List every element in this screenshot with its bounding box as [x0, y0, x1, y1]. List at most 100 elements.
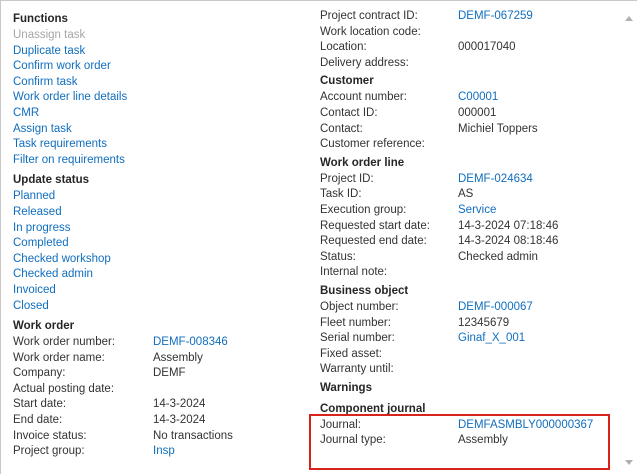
line-internal-note-label: Internal note:: [320, 266, 388, 279]
work-order-line-heading: Work order line: [320, 156, 405, 169]
project-project-contract-id-label: Project contract ID:: [320, 10, 418, 22]
status-planned-link[interactable]: Planned: [13, 189, 295, 205]
work-order-invoice-status-label: Invoice status:: [13, 429, 87, 442]
project-work-location-code-row: Work location code:: [320, 25, 612, 41]
status-checked-workshop-link[interactable]: Checked workshop: [13, 252, 295, 268]
project-project-contract-id-row: Project contract ID: DEMF-067259: [320, 9, 612, 25]
journal-journal-link[interactable]: DEMFASMBLY000000367: [458, 418, 593, 434]
project-delivery-address-row: Delivery address:: [320, 56, 612, 72]
work-order-actual-posting-date-row: Actual posting date:: [13, 382, 295, 398]
project-location-label: Location:: [320, 41, 367, 54]
customer-customer-reference-label: Customer reference:: [320, 138, 425, 151]
work-order-project-group-label: Project group:: [13, 445, 85, 458]
functions-list: Unassign task Duplicate task Confirm work …: [13, 28, 295, 168]
customer-contact-id-row: Contact ID: 000001: [320, 106, 612, 122]
function-cmr-link[interactable]: CMR: [13, 106, 295, 122]
project-location-row: Location: 000017040: [320, 40, 612, 56]
work-order-line-fields: Project ID: DEMF-024634 Task ID: AS Executio…: [320, 172, 612, 281]
component-journal-fields: Journal: DEMFASMBLY000000367 Journal type:…: [320, 418, 612, 449]
line-project-id-link[interactable]: DEMF-024634: [458, 172, 533, 188]
line-project-id-label: Project ID:: [320, 172, 374, 185]
function-task-requirements-link[interactable]: Task requirements: [13, 137, 295, 153]
work-order-invoice-status-row: Invoice status: No transactions: [13, 429, 295, 445]
project-project-contract-id-link[interactable]: DEMF-067259: [458, 9, 533, 25]
function-unassign-task-link: Unassign task: [13, 29, 86, 41]
project-contract-fields: Project contract ID: DEMF-067259 Work loca…: [320, 9, 612, 71]
object-object-number-link[interactable]: DEMF-000067: [458, 300, 533, 316]
line-project-id-row: Project ID: DEMF-024634: [320, 172, 612, 188]
function-confirm-work-order-link[interactable]: Confirm work order: [13, 59, 295, 75]
line-internal-note-row: Internal note:: [320, 265, 612, 281]
object-fleet-number-label: Fleet number:: [320, 316, 391, 329]
vertical-scrollbar[interactable]: [622, 1, 637, 475]
function-assign-task-link[interactable]: Assign task: [13, 122, 295, 138]
line-execution-group-link[interactable]: Service: [458, 203, 496, 219]
work-order-company-label: Company:: [13, 367, 66, 380]
work-order-company-value: DEMF: [153, 367, 186, 380]
line-requested-end-date-value: 14-3-2024 08:18:46: [458, 235, 559, 248]
customer-contact-id-value: 000001: [458, 106, 497, 119]
status-checked-admin-link[interactable]: Checked admin: [13, 267, 295, 283]
function-confirm-task-link[interactable]: Confirm task: [13, 75, 295, 91]
work-order-start-date-value: 14-3-2024: [153, 398, 206, 411]
work-order-work-order-number-label: Work order number:: [13, 336, 116, 349]
object-fixed-asset-label: Fixed asset:: [320, 347, 382, 360]
customer-contact-id-label: Contact ID:: [320, 106, 378, 119]
work-order-project-group-link[interactable]: Insp: [153, 444, 175, 460]
work-order-project-group-row: Project group: Insp: [13, 444, 295, 460]
business-object-fields: Object number: DEMF-000067 Fleet number: 12…: [320, 300, 612, 378]
function-work-order-line-details-link[interactable]: Work order line details: [13, 90, 295, 106]
journal-journal-label: Journal:: [320, 418, 361, 431]
journal-journal-type-row: Journal type: Assembly: [320, 433, 612, 449]
line-execution-group-label: Execution group:: [320, 203, 407, 216]
journal-journal-type-value: Assembly: [458, 434, 508, 447]
work-order-work-order-number-row: Work order number: DEMF-008346: [13, 335, 295, 351]
update-status-list: Planned Released In progress Completed Check…: [13, 189, 295, 314]
line-status-label: Status:: [320, 250, 356, 263]
customer-account-number-label: Account number:: [320, 91, 407, 104]
customer-account-number-row: Account number: C00001: [320, 90, 612, 106]
status-released-link[interactable]: Released: [13, 205, 295, 221]
work-order-work-order-name-label: Work order name:: [13, 351, 105, 364]
project-delivery-address-label: Delivery address:: [320, 56, 409, 69]
update-status-heading: Update status: [13, 174, 90, 187]
line-task-id-label: Task ID:: [320, 188, 362, 201]
object-object-number-label: Object number:: [320, 300, 399, 313]
functions-heading: Functions: [13, 13, 68, 25]
journal-journal-row: Journal: DEMFASMBLY000000367: [320, 418, 612, 434]
work-order-work-order-number-link[interactable]: DEMF-008346: [153, 335, 228, 351]
object-fleet-number-value: 12345679: [458, 316, 510, 329]
line-requested-start-date-row: Requested start date: 14-3-2024 07:18:46: [320, 219, 612, 235]
work-order-end-date-label: End date:: [13, 414, 63, 427]
status-in-progress-link[interactable]: In progress: [13, 221, 295, 237]
function-duplicate-task-link[interactable]: Duplicate task: [13, 44, 295, 60]
line-task-id-value: AS: [458, 188, 474, 201]
customer-heading: Customer: [320, 75, 374, 88]
status-invoiced-link[interactable]: Invoiced: [13, 283, 295, 299]
work-order-work-order-name-row: Work order name: Assembly: [13, 351, 295, 367]
work-order-end-date-value: 14-3-2024: [153, 414, 206, 427]
work-order-actual-posting-date-label: Actual posting date:: [13, 382, 115, 395]
journal-journal-type-label: Journal type:: [320, 434, 386, 447]
line-requested-start-date-value: 14-3-2024 07:18:46: [458, 219, 559, 232]
status-completed-link[interactable]: Completed: [13, 236, 295, 252]
work-order-company-row: Company: DEMF: [13, 366, 295, 382]
triangle-up-icon[interactable]: [625, 16, 633, 21]
line-requested-end-date-row: Requested end date: 14-3-2024 08:18:46: [320, 234, 612, 250]
work-order-fields: Work order number: DEMF-008346 Work order …: [13, 335, 295, 460]
customer-fields: Account number: C00001 Contact ID: 000001 Co…: [320, 90, 612, 152]
right-column: Project contract ID: DEMF-067259 Work loca…: [320, 9, 612, 449]
work-order-heading: Work order: [13, 320, 75, 333]
object-serial-number-link[interactable]: Ginaf_X_001: [458, 331, 525, 347]
project-location-value: 000017040: [458, 41, 516, 54]
business-object-heading: Business object: [320, 284, 409, 297]
triangle-down-icon[interactable]: [625, 460, 633, 465]
work-order-invoice-status-value: No transactions: [153, 429, 233, 442]
customer-account-number-link[interactable]: C00001: [458, 90, 498, 106]
line-status-value: Checked admin: [458, 250, 538, 263]
function-filter-on-requirements-link[interactable]: Filter on requirements: [13, 153, 295, 169]
object-warranty-until-row: Warranty until:: [320, 362, 612, 378]
work-order-work-order-name-value: Assembly: [153, 351, 203, 364]
status-closed-link[interactable]: Closed: [13, 299, 295, 315]
object-serial-number-row: Serial number: Ginaf_X_001: [320, 331, 612, 347]
